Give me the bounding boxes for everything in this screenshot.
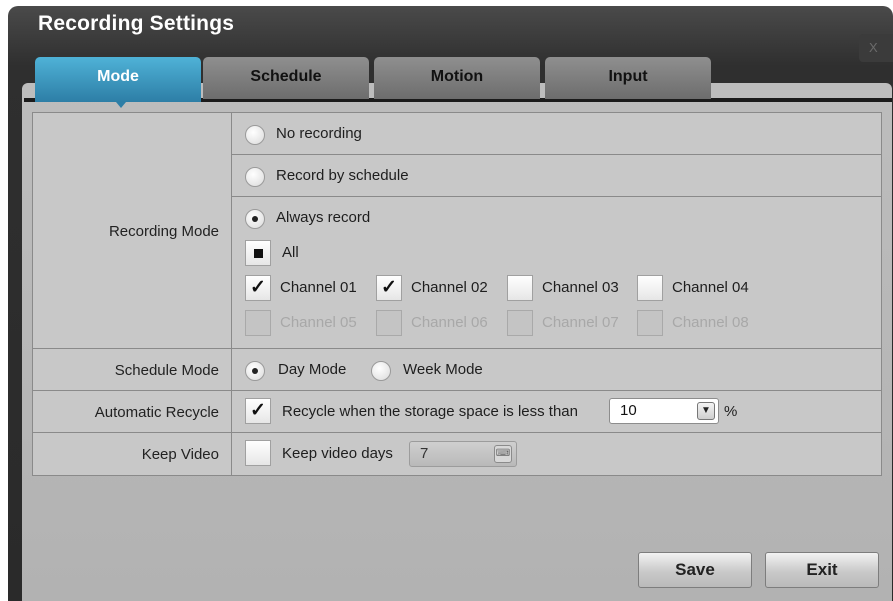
recycle-checkbox-label: Recycle when the storage space is less t… bbox=[282, 403, 578, 420]
channel-04-label: Channel 04 bbox=[672, 279, 749, 296]
week-mode-label: Week Mode bbox=[403, 361, 483, 378]
keep-video-days-value: 7 bbox=[420, 445, 429, 462]
channel-02-checkbox[interactable]: ✓ bbox=[376, 275, 402, 301]
save-button[interactable]: Save bbox=[638, 552, 752, 588]
keep-video-days-input[interactable]: 7 ⌨ bbox=[409, 441, 517, 467]
schedule-mode-label: Schedule Mode bbox=[114, 362, 219, 379]
channel-03-checkbox[interactable] bbox=[507, 275, 533, 301]
keyboard-icon[interactable]: ⌨ bbox=[494, 445, 512, 463]
recycle-checkbox[interactable]: ✓ bbox=[245, 398, 271, 424]
keep-video-checkbox[interactable] bbox=[245, 440, 271, 466]
recycle-threshold-value: 10 bbox=[620, 402, 637, 419]
row-divider bbox=[33, 432, 881, 433]
record-by-schedule-label: Record by schedule bbox=[276, 167, 409, 184]
channel-06-label: Channel 06 bbox=[411, 314, 488, 331]
day-mode-radio[interactable] bbox=[245, 361, 265, 381]
exit-button[interactable]: Exit bbox=[765, 552, 879, 588]
row-divider bbox=[33, 390, 881, 391]
recycle-threshold-select[interactable]: 10 ▼ bbox=[609, 398, 719, 424]
always-record-label: Always record bbox=[276, 209, 371, 226]
channel-08-checkbox bbox=[637, 310, 663, 336]
channel-05-label: Channel 05 bbox=[280, 314, 357, 331]
chevron-down-icon[interactable]: ▼ bbox=[697, 402, 715, 420]
channel-04-checkbox[interactable] bbox=[637, 275, 663, 301]
channel-02-label: Channel 02 bbox=[411, 279, 488, 296]
channel-06-checkbox bbox=[376, 310, 402, 336]
record-by-schedule-radio[interactable] bbox=[245, 167, 265, 187]
day-mode-label: Day Mode bbox=[278, 361, 347, 378]
all-channels-checkbox[interactable] bbox=[245, 240, 271, 266]
automatic-recycle-label: Automatic Recycle bbox=[94, 404, 219, 421]
tab-motion[interactable]: Motion bbox=[374, 57, 540, 99]
channel-03-label: Channel 03 bbox=[542, 279, 619, 296]
keep-video-checkbox-label: Keep video days bbox=[282, 445, 393, 462]
row-divider bbox=[33, 348, 881, 349]
row-divider bbox=[231, 154, 881, 155]
channel-08-label: Channel 08 bbox=[672, 314, 749, 331]
tab-input[interactable]: Input bbox=[545, 57, 711, 99]
no-recording-label: No recording bbox=[276, 125, 362, 142]
no-recording-radio[interactable] bbox=[245, 125, 265, 145]
tab-schedule[interactable]: Schedule bbox=[203, 57, 369, 99]
channel-01-checkbox[interactable]: ✓ bbox=[245, 275, 271, 301]
dialog-title: Recording Settings bbox=[38, 12, 235, 35]
channel-07-checkbox bbox=[507, 310, 533, 336]
close-icon[interactable]: X bbox=[859, 34, 893, 62]
keep-video-label: Keep Video bbox=[141, 446, 219, 463]
row-divider bbox=[231, 196, 881, 197]
channel-01-label: Channel 01 bbox=[280, 279, 357, 296]
channel-07-label: Channel 07 bbox=[542, 314, 619, 331]
recording-mode-label: Recording Mode bbox=[108, 223, 219, 240]
all-channels-label: All bbox=[282, 244, 299, 261]
tab-mode[interactable]: Mode bbox=[35, 57, 201, 108]
recycle-unit: % bbox=[724, 403, 738, 420]
week-mode-radio[interactable] bbox=[371, 361, 391, 381]
channel-05-checkbox bbox=[245, 310, 271, 336]
always-record-radio[interactable] bbox=[245, 209, 265, 229]
